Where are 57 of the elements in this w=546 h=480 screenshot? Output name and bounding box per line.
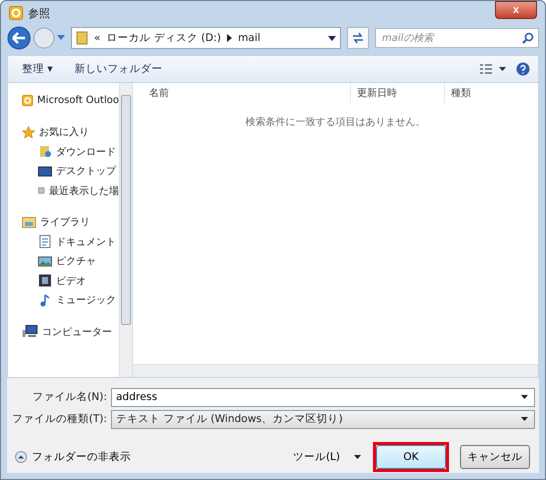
cancel-button[interactable]: キャンセル	[460, 445, 530, 469]
breadcrumb-item[interactable]: ローカル ディスク (D:)	[106, 31, 221, 45]
app-icon	[9, 6, 23, 20]
new-folder-button[interactable]: 新しいフォルダー	[68, 60, 169, 78]
window-title: 参照	[28, 6, 50, 20]
dropdown-icon	[521, 417, 528, 421]
sidebar-item[interactable]: Microsoft Outloo	[8, 91, 119, 110]
folder-icon	[76, 31, 88, 45]
tools-menu-button[interactable]: ツール(L)	[292, 450, 361, 464]
collapse-icon	[15, 451, 27, 463]
file-name-combo-box[interactable]: address	[111, 388, 535, 406]
search-icon[interactable]	[522, 32, 534, 44]
item-icon	[38, 294, 52, 307]
sidebar-item[interactable]: デスクトップ	[8, 162, 119, 181]
file-name-field[interactable]: address	[116, 391, 517, 403]
sidebar-item[interactable]: ミュージック	[8, 290, 119, 310]
empty-message: 検索条件に一致する項目はありません。	[244, 116, 426, 129]
file-type-dropdown[interactable]: テキスト ファイル (Windows、カンマ区切り)	[111, 410, 535, 428]
sidebar-item[interactable]: ピクチャ	[8, 252, 119, 271]
sidebar-item[interactable]: 最近表示した場	[8, 181, 119, 200]
back-icon[interactable]	[7, 26, 31, 50]
item-icon	[38, 164, 52, 178]
column-header[interactable]: 種類	[445, 83, 538, 103]
column-header[interactable]: 更新日時	[351, 83, 445, 103]
sidebar-item[interactable]: ダウンロード	[8, 142, 119, 162]
hide-folders-button[interactable]: フォルダーの非表示	[15, 450, 131, 464]
ok-button[interactable]: OK	[376, 445, 446, 469]
item-icon	[38, 274, 52, 288]
sidebar-item[interactable]: ライブラリ	[8, 212, 119, 232]
sidebar-item[interactable]: コンピューター	[8, 322, 119, 342]
organize-button[interactable]: 整理 ▾	[16, 60, 59, 78]
sidebar-item[interactable]: ドキュメント	[8, 232, 119, 252]
scrollbar[interactable]	[133, 364, 538, 377]
computer-icon	[22, 325, 38, 338]
item-icon	[38, 145, 52, 158]
dropdown-icon[interactable]	[521, 395, 528, 399]
field-label: ファイル名(N):	[31, 390, 107, 404]
refresh-icon[interactable]	[347, 27, 369, 49]
help-icon[interactable]	[516, 62, 530, 76]
app-icon	[22, 94, 34, 108]
star-icon	[22, 126, 35, 139]
scrollbar[interactable]	[119, 83, 132, 377]
item-icon	[38, 235, 52, 248]
view-options-icon[interactable]	[480, 64, 506, 74]
search-box[interactable]: mailの検索	[375, 28, 539, 48]
item-icon	[38, 254, 52, 268]
dropdown-icon	[354, 455, 361, 459]
sidebar-item[interactable]: お気に入り	[8, 122, 119, 142]
breadcrumb-item[interactable]: mail	[238, 32, 260, 44]
library-folder-icon	[22, 216, 36, 228]
breadcrumb-arrow-icon[interactable]	[226, 34, 232, 42]
dropdown-icon[interactable]	[328, 36, 336, 40]
address-bar[interactable]: « ローカル ディスク (D:) mail	[71, 27, 341, 49]
field-label: ファイルの種類(T):	[10, 412, 107, 426]
sidebar-item[interactable]: ビデオ	[8, 271, 119, 290]
overflow-chevron[interactable]: «	[94, 32, 100, 44]
column-header[interactable]: 名前	[133, 83, 351, 103]
